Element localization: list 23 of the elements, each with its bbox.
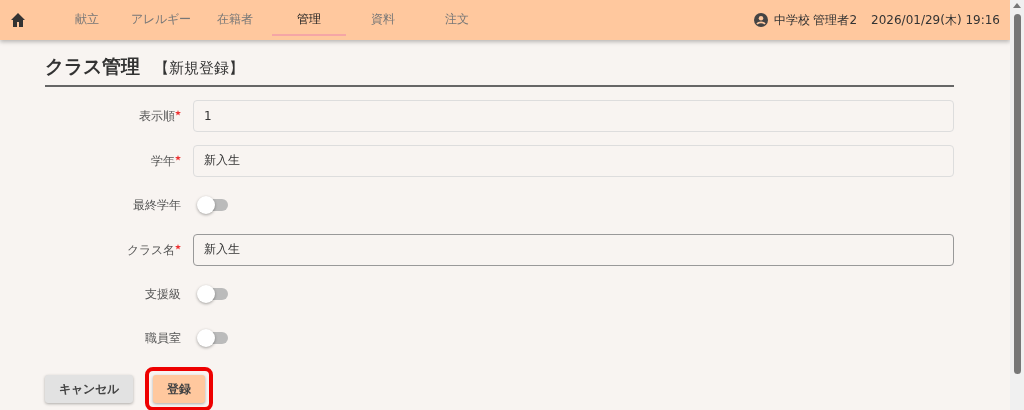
field-label: 職員室 (145, 331, 181, 345)
toggle-switch[interactable] (200, 199, 228, 211)
register-button[interactable]: 登録 (153, 374, 205, 403)
scroll-up-icon[interactable] (1013, 3, 1021, 8)
input-field[interactable]: 1 (193, 99, 954, 132)
home-icon[interactable] (10, 12, 26, 28)
date-time: 2026/01/29(木) 19:16 (871, 12, 1000, 29)
user-icon (753, 13, 768, 27)
field-label: クラス名 (127, 242, 175, 257)
user-name: 中学校 管理者2 (773, 12, 858, 29)
cancel-button[interactable]: キャンセル (45, 374, 133, 403)
input-field[interactable]: 新入生 (193, 144, 954, 177)
field-label: 学年 (151, 153, 175, 168)
field-label: 表示順 (139, 108, 175, 123)
scrollbar[interactable] (1010, 0, 1024, 410)
page-title: クラス管理 (45, 54, 140, 79)
page-subtitle: 【新規登録】 (154, 58, 244, 79)
nav-tab[interactable]: 管理 (272, 4, 346, 36)
toggle-switch[interactable] (200, 332, 228, 344)
field-label: 支援級 (145, 287, 181, 301)
field-label: 最終学年 (133, 198, 181, 212)
toggle-switch[interactable] (200, 288, 228, 300)
input-field[interactable]: 新入生 (193, 233, 954, 266)
